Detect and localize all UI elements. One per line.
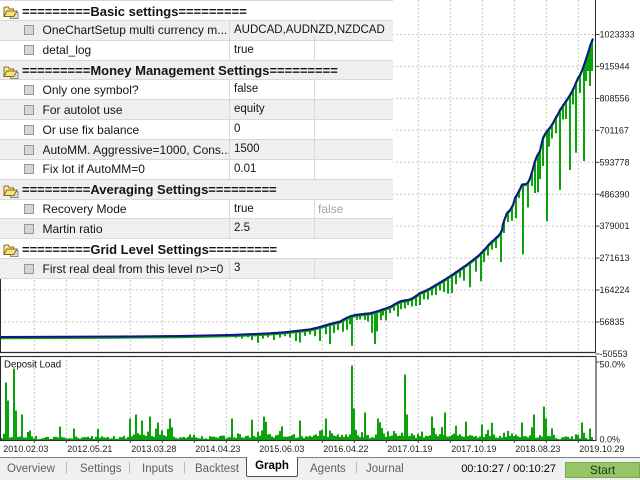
svg-text:164224: 164224 (600, 285, 630, 295)
svg-text:50.0%: 50.0% (600, 360, 626, 370)
svg-text:379001: 379001 (600, 221, 630, 231)
svg-text:808556: 808556 (600, 94, 630, 104)
svg-text:1023333: 1023333 (600, 30, 635, 40)
svg-text:Deposit Load: Deposit Load (4, 360, 61, 371)
svg-text:0.0%: 0.0% (600, 435, 621, 445)
svg-text:486390: 486390 (600, 189, 630, 199)
svg-text:701167: 701167 (600, 125, 629, 135)
svg-text:2010.02.03: 2010.02.03 (3, 444, 48, 454)
svg-text:2017.01.19: 2017.01.19 (387, 444, 432, 454)
svg-text:593778: 593778 (600, 157, 630, 167)
svg-text:2016.04.22: 2016.04.22 (323, 444, 368, 454)
svg-text:2014.04.23: 2014.04.23 (195, 444, 240, 454)
svg-text:2017.10.19: 2017.10.19 (451, 444, 496, 454)
svg-text:2012.05.21: 2012.05.21 (67, 444, 112, 454)
svg-text:271613: 271613 (600, 253, 630, 263)
svg-text:56835: 56835 (600, 317, 625, 327)
svg-text:-50553: -50553 (600, 349, 628, 359)
svg-text:915944: 915944 (600, 62, 630, 72)
svg-text:2015.06.03: 2015.06.03 (259, 444, 304, 454)
svg-text:2018.08.23: 2018.08.23 (515, 444, 560, 454)
svg-text:2013.03.28: 2013.03.28 (131, 444, 176, 454)
svg-text:2019.10.29: 2019.10.29 (579, 444, 624, 454)
